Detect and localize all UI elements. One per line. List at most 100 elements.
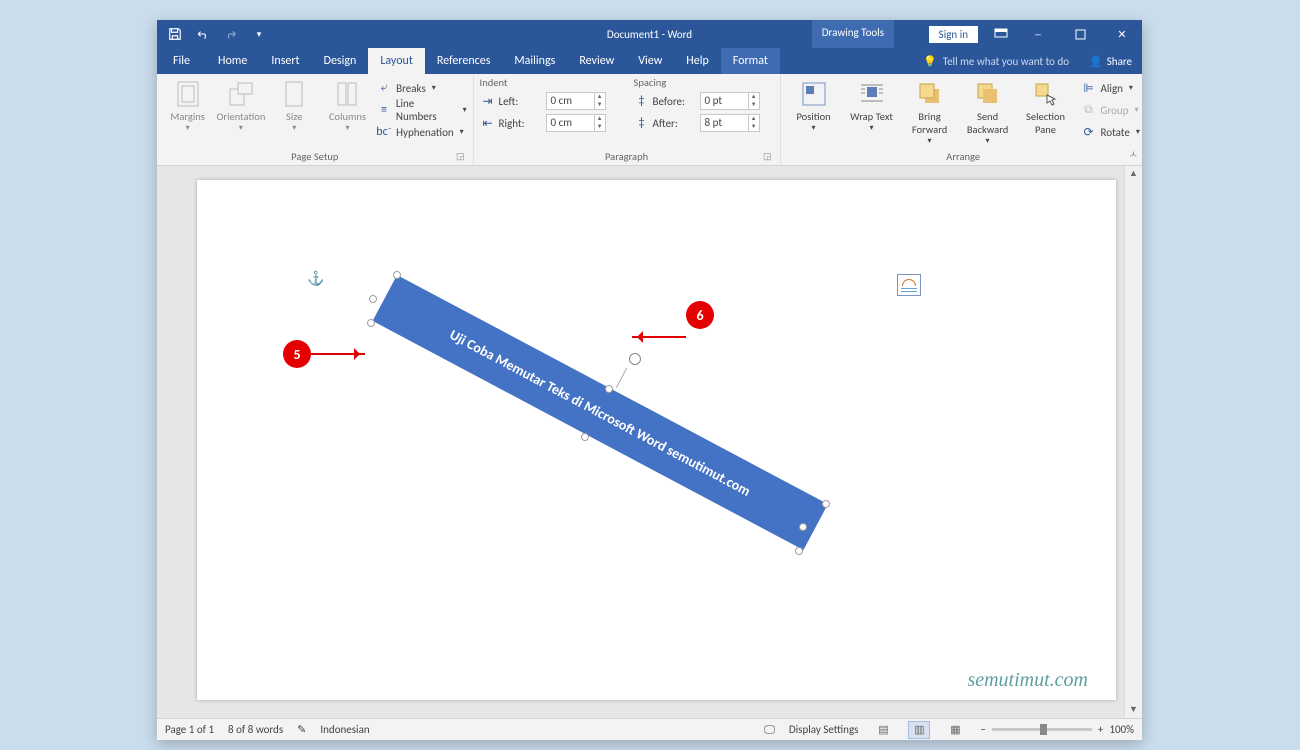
orientation-icon bbox=[216, 78, 265, 110]
spacing-before-input[interactable]: 0 pt▲▼ bbox=[700, 92, 760, 110]
position-icon bbox=[787, 78, 841, 110]
redo-icon[interactable] bbox=[219, 22, 243, 46]
line-numbers-icon: ≡ bbox=[376, 102, 392, 118]
tab-design[interactable]: Design bbox=[312, 48, 369, 74]
word-count[interactable]: 8 of 8 words bbox=[228, 723, 283, 736]
annotation-6: 6 bbox=[632, 323, 714, 351]
indent-header: Indent bbox=[480, 76, 620, 91]
title-bar: ▾ Document1 - Word Drawing Tools Sign in… bbox=[157, 20, 1142, 48]
dialog-launcher-icon[interactable]: ◲ bbox=[763, 151, 772, 162]
scroll-down-icon[interactable]: ▼ bbox=[1125, 702, 1142, 718]
group-icon: ⧉ bbox=[1081, 102, 1097, 118]
orientation-button[interactable]: Orientation▾ bbox=[216, 76, 265, 133]
window-title: Document1 - Word bbox=[607, 28, 692, 41]
resize-handle[interactable] bbox=[581, 433, 589, 441]
tab-layout[interactable]: Layout bbox=[368, 48, 425, 74]
spacing-after-icon: ‡ bbox=[634, 115, 650, 131]
zoom-control[interactable]: − + 100% bbox=[980, 723, 1134, 736]
read-mode-icon[interactable]: ▤ bbox=[872, 721, 894, 739]
group-arrange: Position▾ Wrap Text▾ Bring Forward▾ Send… bbox=[781, 74, 1146, 165]
resize-handle[interactable] bbox=[605, 385, 613, 393]
indent-left-input[interactable]: 0 cm▲▼ bbox=[546, 92, 606, 110]
ribbon-tabs: File Home Insert Design Layout Reference… bbox=[157, 48, 1142, 74]
indent-right-icon: ⇤ bbox=[480, 115, 496, 131]
zoom-out-icon[interactable]: − bbox=[980, 723, 985, 736]
tell-me-placeholder: Tell me what you want to do bbox=[943, 55, 1069, 68]
indent-right-input[interactable]: 0 cm▲▼ bbox=[546, 114, 606, 132]
text-box-content[interactable]: Uji Coba Memutar Teks di Microsoft Word … bbox=[373, 275, 828, 550]
breaks-button[interactable]: ⤶Breaks▾ bbox=[376, 78, 466, 98]
group-label-arrange: Arrange bbox=[946, 150, 980, 163]
rotate-handle[interactable] bbox=[629, 353, 641, 365]
wrap-text-button[interactable]: Wrap Text▾ bbox=[845, 76, 899, 133]
align-icon: ⊫ bbox=[1081, 80, 1097, 96]
columns-icon bbox=[323, 78, 372, 110]
tab-review[interactable]: Review bbox=[567, 48, 626, 74]
zoom-slider[interactable] bbox=[992, 728, 1092, 731]
zoom-level[interactable]: 100% bbox=[1109, 723, 1134, 736]
resize-handle[interactable] bbox=[822, 500, 830, 508]
group-paragraph: Indent ⇥Left: 0 cm▲▼ ⇤Right: 0 cm▲▼ Spac… bbox=[474, 74, 781, 165]
indent-left-icon: ⇥ bbox=[480, 93, 496, 109]
maximize-button[interactable] bbox=[1060, 20, 1100, 48]
tab-view[interactable]: View bbox=[626, 48, 674, 74]
page-count[interactable]: Page 1 of 1 bbox=[165, 723, 214, 736]
tab-home[interactable]: Home bbox=[206, 48, 259, 74]
margins-button[interactable]: Margins▾ bbox=[163, 76, 212, 133]
line-numbers-button[interactable]: ≡Line Numbers▾ bbox=[376, 100, 466, 120]
align-button[interactable]: ⊫Align▾ bbox=[1081, 78, 1140, 98]
qat-customize-icon[interactable]: ▾ bbox=[247, 22, 271, 46]
resize-handle[interactable] bbox=[799, 523, 807, 531]
page[interactable]: ⚓ Uji Coba Memutar Teks di Microsoft Wor… bbox=[197, 180, 1116, 700]
tab-format[interactable]: Format bbox=[721, 48, 780, 74]
breaks-icon: ⤶ bbox=[376, 80, 392, 96]
send-backward-button[interactable]: Send Backward▾ bbox=[961, 76, 1015, 146]
collapse-ribbon-icon[interactable]: ㅅ bbox=[1129, 146, 1138, 161]
dialog-launcher-icon[interactable]: ◲ bbox=[456, 151, 465, 162]
group-button[interactable]: ⧉Group▾ bbox=[1081, 100, 1140, 120]
signin-button[interactable]: Sign in bbox=[929, 26, 978, 43]
watermark: semutimut.com bbox=[967, 669, 1088, 692]
resize-handle[interactable] bbox=[369, 295, 377, 303]
save-icon[interactable] bbox=[163, 22, 187, 46]
print-layout-icon[interactable]: ▥ bbox=[908, 721, 930, 739]
resize-handle[interactable] bbox=[393, 271, 401, 279]
columns-button[interactable]: Columns▾ bbox=[323, 76, 372, 133]
tab-help[interactable]: Help bbox=[674, 48, 721, 74]
rotate-button[interactable]: ⟳Rotate▾ bbox=[1081, 122, 1140, 142]
bring-forward-icon bbox=[903, 78, 957, 110]
zoom-in-icon[interactable]: + bbox=[1098, 723, 1103, 736]
share-button[interactable]: 👤Share bbox=[1079, 55, 1142, 68]
group-label-pagesetup: Page Setup bbox=[291, 150, 338, 163]
resize-handle[interactable] bbox=[367, 319, 375, 327]
vertical-scrollbar[interactable]: ▲ ▼ bbox=[1124, 166, 1142, 718]
spacing-after-input[interactable]: 8 pt▲▼ bbox=[700, 114, 760, 132]
resize-handle[interactable] bbox=[795, 547, 803, 555]
layout-options-icon[interactable] bbox=[897, 274, 921, 296]
size-button[interactable]: Size▾ bbox=[270, 76, 319, 133]
display-settings[interactable]: Display Settings bbox=[789, 723, 859, 736]
scroll-up-icon[interactable]: ▲ bbox=[1125, 166, 1142, 182]
tab-insert[interactable]: Insert bbox=[259, 48, 311, 74]
quick-access-toolbar: ▾ bbox=[157, 22, 277, 46]
selection-pane-button[interactable]: Selection Pane bbox=[1019, 76, 1073, 136]
undo-icon[interactable] bbox=[191, 22, 215, 46]
tell-me-search[interactable]: 💡Tell me what you want to do bbox=[913, 55, 1079, 68]
tab-file[interactable]: File bbox=[157, 48, 206, 74]
web-layout-icon[interactable]: ▦ bbox=[944, 721, 966, 739]
position-button[interactable]: Position▾ bbox=[787, 76, 841, 133]
minimize-button[interactable]: ─ bbox=[1018, 20, 1058, 48]
send-backward-icon bbox=[961, 78, 1015, 110]
bring-forward-button[interactable]: Bring Forward▾ bbox=[903, 76, 957, 146]
hyphenation-button[interactable]: bc⁻Hyphenation▾ bbox=[376, 122, 466, 142]
tab-references[interactable]: References bbox=[425, 48, 503, 74]
share-icon: 👤 bbox=[1089, 55, 1103, 68]
language[interactable]: Indonesian bbox=[320, 723, 369, 736]
proofing-icon[interactable]: ✎ bbox=[297, 723, 306, 736]
text-box-shape[interactable]: Uji Coba Memutar Teks di Microsoft Word … bbox=[377, 275, 867, 595]
close-button[interactable]: ✕ bbox=[1102, 20, 1142, 48]
spacing-before-icon: ‡ bbox=[634, 93, 650, 109]
display-settings-icon[interactable]: 🖵 bbox=[764, 723, 775, 737]
tab-mailings[interactable]: Mailings bbox=[502, 48, 567, 74]
ribbon-display-icon[interactable] bbox=[986, 20, 1016, 48]
